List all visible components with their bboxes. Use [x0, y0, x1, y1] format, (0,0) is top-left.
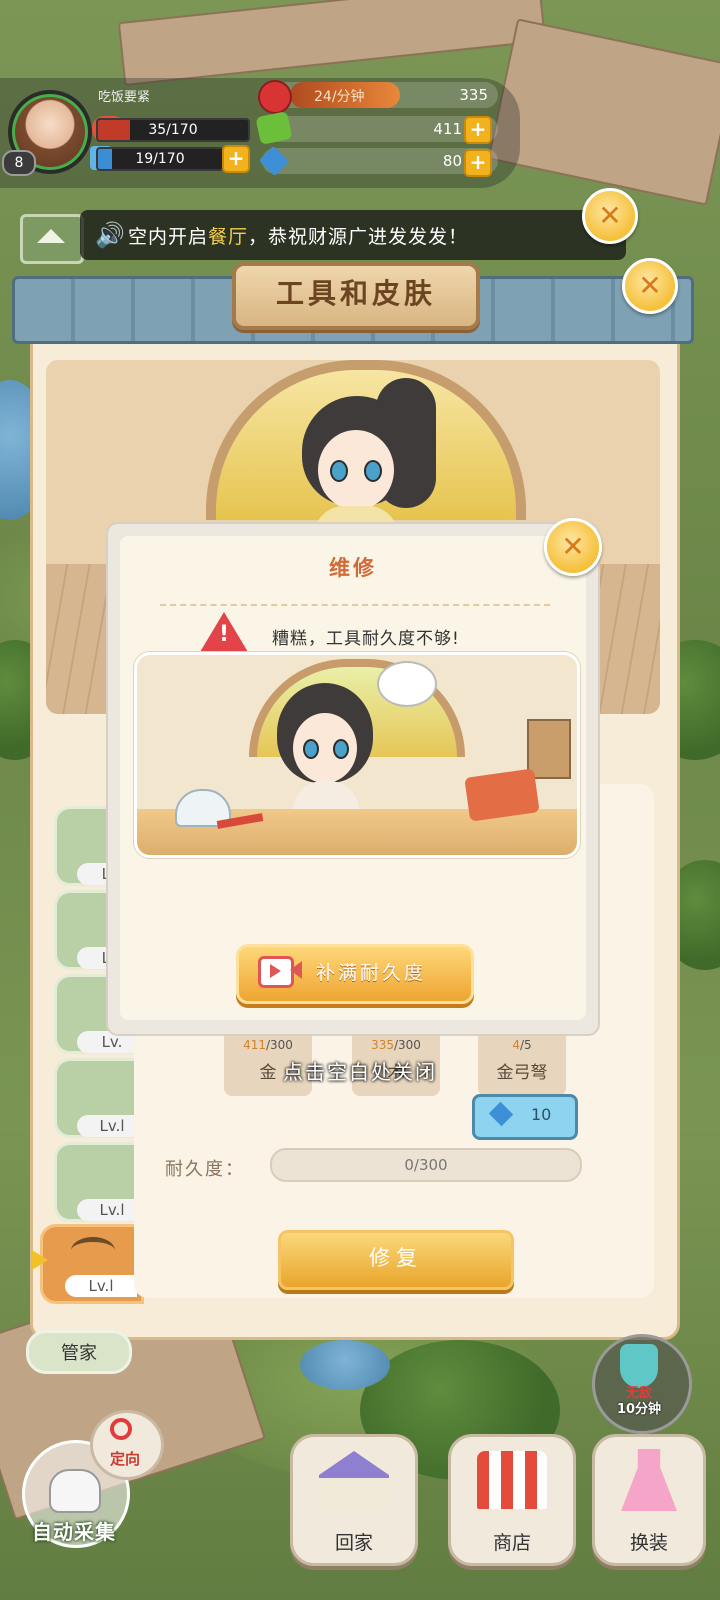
nav-label: 换装 — [629, 1532, 668, 1554]
auto-gather-label: 自动采集 — [32, 1520, 116, 1544]
nav-dressup-button[interactable]: 换装 — [592, 1434, 706, 1566]
crate — [527, 719, 571, 779]
target-icon — [110, 1418, 132, 1440]
nav-home-button[interactable]: 回家 — [290, 1434, 418, 1566]
video-icon — [258, 956, 294, 988]
house-icon — [319, 1451, 389, 1511]
video-camera-icon — [290, 961, 302, 979]
target-label: 定向 — [109, 1450, 140, 1468]
tap-to-close-hint: 点击空白处关闭 — [283, 1060, 437, 1084]
butler-label: 管家 — [61, 1343, 97, 1364]
dress-icon — [621, 1449, 677, 1511]
warning-text: 糟糕，工具耐久度不够! — [272, 629, 460, 649]
dialog-title: 维修 — [329, 556, 377, 580]
character-worried — [273, 673, 393, 827]
warning-mark: ! — [218, 622, 230, 647]
repair-illustration — [134, 652, 580, 858]
nav-shop-button[interactable]: 商店 — [448, 1434, 576, 1566]
invincible-time: 10分钟 — [616, 1402, 662, 1417]
shop-icon — [477, 1451, 547, 1509]
dialog-divider — [160, 604, 550, 606]
butler-button[interactable]: 管家 — [26, 1330, 132, 1374]
refill-durability-label: 补满耐久度 — [316, 962, 427, 984]
dialog-close-button[interactable]: ✕ — [544, 518, 602, 576]
nav-label: 回家 — [334, 1532, 373, 1554]
glove-icon — [49, 1469, 101, 1513]
nav-label: 商店 — [492, 1532, 531, 1554]
